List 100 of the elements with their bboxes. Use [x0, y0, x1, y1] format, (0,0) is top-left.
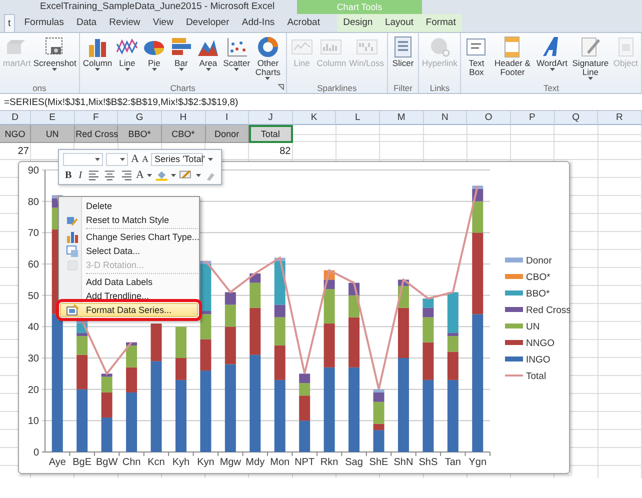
bar-segment[interactable] [324, 367, 335, 452]
bar-segment[interactable] [472, 232, 484, 314]
bar-segment[interactable] [348, 367, 360, 452]
sheet-heading[interactable]: G [118, 111, 162, 125]
table-cell[interactable]: Red Cross [74, 125, 118, 143]
sheet-heading[interactable]: O [467, 111, 511, 125]
bar-segment[interactable] [126, 367, 138, 392]
grow-font-button[interactable]: A [131, 153, 139, 166]
bar-segment[interactable] [175, 380, 186, 452]
ribbon-button[interactable]: Bar [168, 36, 194, 71]
ribbon-button[interactable]: Area [195, 36, 222, 71]
bar-segment[interactable] [150, 324, 162, 362]
align-center-icon[interactable] [103, 169, 117, 182]
ribbon-tab[interactable]: Layout [382, 14, 416, 32]
bar-segment[interactable] [101, 374, 112, 377]
sheet-heading[interactable]: E [31, 111, 75, 125]
ribbon-button[interactable]: Column [82, 36, 114, 71]
bold-button[interactable]: B [63, 170, 74, 181]
font-color-button[interactable]: A [136, 169, 144, 182]
bar-segment[interactable] [422, 380, 434, 452]
ribbon-button[interactable]: Signature Line [570, 36, 612, 80]
ribbon-button[interactable]: Other Charts [252, 36, 284, 80]
font-size-field[interactable] [106, 152, 128, 166]
ribbon-tab[interactable]: Design [340, 14, 376, 32]
sheet-heading[interactable]: H [162, 111, 206, 125]
ribbon-tab[interactable]: View [150, 14, 176, 32]
bar-segment[interactable] [200, 370, 212, 452]
menu-item[interactable]: Delete [60, 199, 198, 213]
dialog-launcher-icon[interactable] [278, 84, 284, 90]
sheet-heading[interactable]: Q [554, 111, 598, 125]
bar-segment[interactable] [224, 326, 236, 364]
sheet-heading[interactable]: F [74, 111, 118, 125]
bar-segment[interactable] [126, 345, 138, 368]
bar-segment[interactable] [348, 317, 360, 368]
sheet-heading[interactable]: J [249, 111, 293, 125]
ribbon-button[interactable]: Line [114, 36, 140, 71]
bar-segment[interactable] [150, 361, 162, 452]
bar-segment[interactable] [447, 332, 458, 336]
bar-segment[interactable] [398, 358, 409, 452]
bar-segment[interactable] [200, 260, 212, 264]
table-cell[interactable]: Total [249, 125, 293, 143]
bar-segment[interactable] [250, 308, 261, 355]
sheet-heading[interactable]: L [336, 111, 380, 125]
bar-segment[interactable] [274, 304, 286, 318]
ribbon-button[interactable]: Pie [141, 36, 168, 71]
bar-segment[interactable] [224, 304, 236, 327]
sheet-heading[interactable]: M [380, 111, 424, 125]
sheet-heading[interactable]: D [0, 111, 31, 125]
shrink-font-button[interactable]: A [142, 154, 148, 164]
bar-segment[interactable] [299, 374, 310, 384]
bar-segment[interactable] [200, 264, 212, 311]
ribbon-button[interactable]: Scatter [222, 36, 252, 71]
ribbon-button[interactable]: Header & Footer [490, 36, 534, 77]
bar-segment[interactable] [299, 383, 310, 396]
table-cell[interactable]: 82 [249, 143, 293, 161]
menu-item[interactable]: Reset to Match Style [60, 213, 198, 227]
bar-segment[interactable] [472, 201, 484, 233]
bar-segment[interactable] [76, 389, 88, 452]
menu-item[interactable]: Add Trendline... [60, 289, 198, 303]
table-cell[interactable]: CBO* [162, 125, 206, 143]
bar-segment[interactable] [76, 332, 88, 336]
bar-segment[interactable] [422, 342, 434, 380]
bar-segment[interactable] [472, 314, 484, 452]
bar-segment[interactable] [101, 418, 112, 452]
bar-segment[interactable] [274, 380, 286, 452]
ribbon-button[interactable]: Slicer [390, 36, 416, 68]
sheet-heading[interactable]: I [206, 111, 250, 125]
menu-item[interactable]: Change Series Chart Type... [60, 230, 198, 244]
bar-segment[interactable] [126, 342, 138, 346]
bar-segment[interactable] [200, 339, 212, 371]
align-right-icon[interactable] [120, 169, 134, 182]
table-cell[interactable]: BBO* [118, 125, 162, 143]
ribbon-button[interactable]: Text Box [463, 36, 490, 77]
sheet-heading[interactable]: N [424, 111, 468, 125]
bar-segment[interactable] [447, 352, 458, 380]
bar-segment[interactable] [324, 324, 335, 368]
ribbon-tab[interactable]: t [4, 14, 15, 32]
ribbon-tab[interactable]: Data [73, 14, 100, 32]
ribbon-tab[interactable]: Add-Ins [238, 14, 278, 32]
ribbon-tab[interactable]: Review [106, 14, 144, 32]
bar-segment[interactable] [373, 430, 384, 452]
font-field[interactable] [63, 152, 103, 166]
menu-item[interactable]: Select Data... [60, 244, 198, 258]
bar-segment[interactable] [175, 326, 186, 358]
align-left-icon[interactable] [87, 169, 100, 182]
ribbon-tab[interactable]: Formulas [21, 14, 67, 32]
bar-segment[interactable] [224, 364, 236, 452]
table-cell[interactable]: UN [31, 125, 75, 143]
fill-bucket-icon[interactable] [155, 169, 168, 182]
ribbon-tab[interactable]: Acrobat [284, 14, 323, 32]
pen-icon[interactable] [179, 169, 193, 182]
table-cell[interactable]: NGO [0, 125, 31, 143]
ribbon-button[interactable]: Screenshot [32, 36, 77, 71]
bar-segment[interactable] [175, 358, 186, 380]
table-cell[interactable]: 27 [0, 143, 31, 161]
sheet-heading[interactable]: P [510, 111, 554, 125]
bar-segment[interactable] [447, 380, 458, 452]
ribbon-tab[interactable]: Developer [182, 14, 232, 32]
table-cell[interactable]: Donor [206, 125, 250, 143]
sheet-heading[interactable]: R [598, 111, 642, 125]
